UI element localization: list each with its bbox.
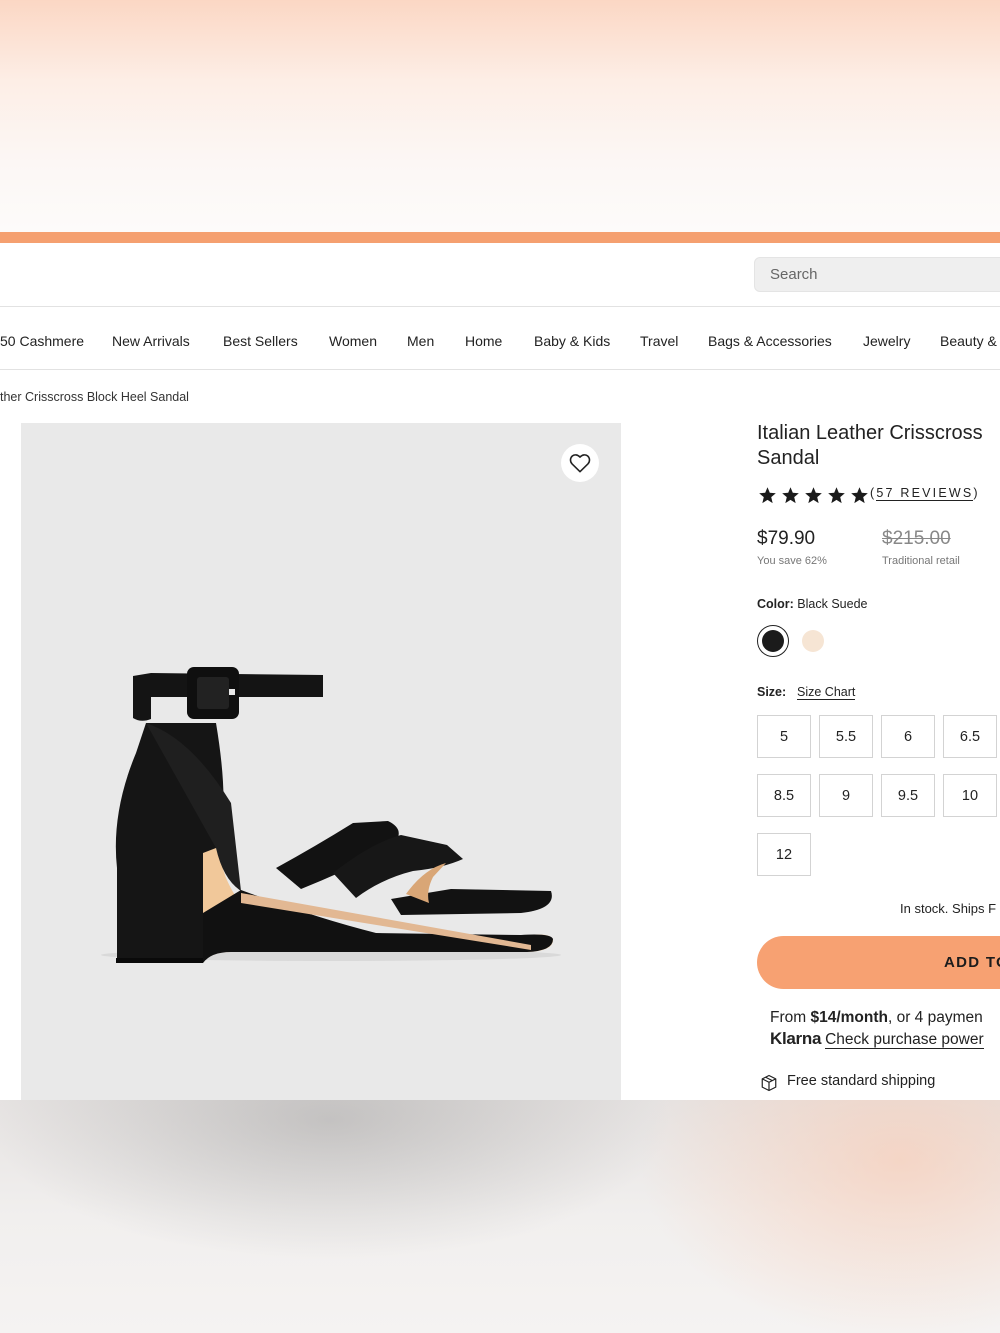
- product-title-line-2: Sandal: [757, 447, 820, 469]
- star-icon: [828, 487, 845, 504]
- size-label: Size:: [757, 685, 787, 699]
- nav-item-jewelry[interactable]: Jewelry: [863, 333, 910, 349]
- klarna-purchase-power-link[interactable]: Check purchase power: [825, 1031, 984, 1049]
- nav-item-beauty[interactable]: Beauty &: [940, 333, 997, 349]
- size-option-6-5[interactable]: 6.5: [943, 715, 997, 758]
- nav-item-new-arrivals[interactable]: New Arrivals: [112, 333, 190, 349]
- search-input[interactable]: [755, 258, 1000, 291]
- color-swatch-black-selected[interactable]: [757, 625, 789, 657]
- product-image-gallery[interactable]: [21, 423, 621, 1100]
- size-option-12[interactable]: 12: [757, 833, 811, 876]
- original-price: $215.00: [882, 528, 951, 549]
- klarna-logo: Klarna: [770, 1029, 822, 1048]
- color-label: Color: Black Suede: [757, 597, 867, 611]
- klarna-row: Klarna Check purchase power: [770, 1029, 984, 1049]
- color-value: Black Suede: [797, 597, 868, 611]
- size-option-5[interactable]: 5: [757, 715, 811, 758]
- stock-status: In stock. Ships F: [900, 901, 997, 916]
- promo-bar: [0, 232, 1000, 243]
- star-rating[interactable]: [758, 486, 869, 505]
- nav-item-best-sellers[interactable]: Best Sellers: [223, 333, 298, 349]
- nav-item-bags-accessories[interactable]: Bags & Accessories: [708, 333, 832, 349]
- color-label-key: Color:: [757, 597, 794, 611]
- main-nav: 50 Cashmere New Arrivals Best Sellers Wo…: [0, 307, 1000, 370]
- nav-item-cashmere[interactable]: 50 Cashmere: [0, 333, 84, 349]
- size-option-10[interactable]: 10: [943, 774, 997, 817]
- original-price-label: Traditional retail: [882, 555, 960, 567]
- nav-item-women[interactable]: Women: [329, 333, 377, 349]
- star-icon: [782, 487, 799, 504]
- heart-icon: [569, 454, 591, 473]
- product-image: [101, 667, 561, 963]
- size-option-8-5[interactable]: 8.5: [757, 774, 811, 817]
- color-swatch-black[interactable]: [762, 630, 784, 652]
- search-box[interactable]: [754, 257, 1000, 292]
- breadcrumb[interactable]: ther Crisscross Block Heel Sandal: [0, 390, 189, 404]
- reviews-link[interactable]: (57 REVIEWS): [870, 486, 980, 501]
- nav-item-baby-kids[interactable]: Baby & Kids: [534, 333, 610, 349]
- klarna-amount: $14/month: [810, 1009, 888, 1026]
- add-to-bag-button[interactable]: ADD TO: [757, 936, 1000, 989]
- star-icon: [759, 487, 776, 504]
- size-option-5-5[interactable]: 5.5: [819, 715, 873, 758]
- size-option-9[interactable]: 9: [819, 774, 873, 817]
- bottom-background: [0, 1100, 1000, 1333]
- product-title-line-1: Italian Leather Crisscross: [757, 422, 983, 444]
- size-option-9-5[interactable]: 9.5: [881, 774, 935, 817]
- savings-text: You save 62%: [757, 555, 827, 567]
- shipping-info: Free standard shipping: [787, 1073, 936, 1089]
- star-icon: [805, 487, 822, 504]
- sale-price: $79.90: [757, 528, 816, 549]
- klarna-suffix: , or 4 paymen: [887, 1009, 983, 1026]
- size-chart-link[interactable]: Size Chart: [797, 685, 856, 700]
- size-option-6[interactable]: 6: [881, 715, 935, 758]
- color-swatch-tan[interactable]: [802, 630, 824, 652]
- star-icon: [851, 487, 868, 504]
- klarna-prefix: From: [770, 1009, 811, 1026]
- nav-item-travel[interactable]: Travel: [640, 333, 678, 349]
- favorite-button[interactable]: [561, 444, 599, 482]
- reviews-link-text[interactable]: 57 REVIEWS: [876, 486, 974, 501]
- product-title: Italian Leather Crisscross Sandal: [757, 421, 1000, 471]
- top-background: [0, 0, 1000, 232]
- product-page: 50 Cashmere New Arrivals Best Sellers Wo…: [0, 232, 1000, 1100]
- klarna-financing-text: From $14/month, or 4 paymen: [770, 1009, 983, 1027]
- nav-item-men[interactable]: Men: [407, 333, 434, 349]
- nav-item-home[interactable]: Home: [465, 333, 502, 349]
- box-icon: [761, 1074, 777, 1092]
